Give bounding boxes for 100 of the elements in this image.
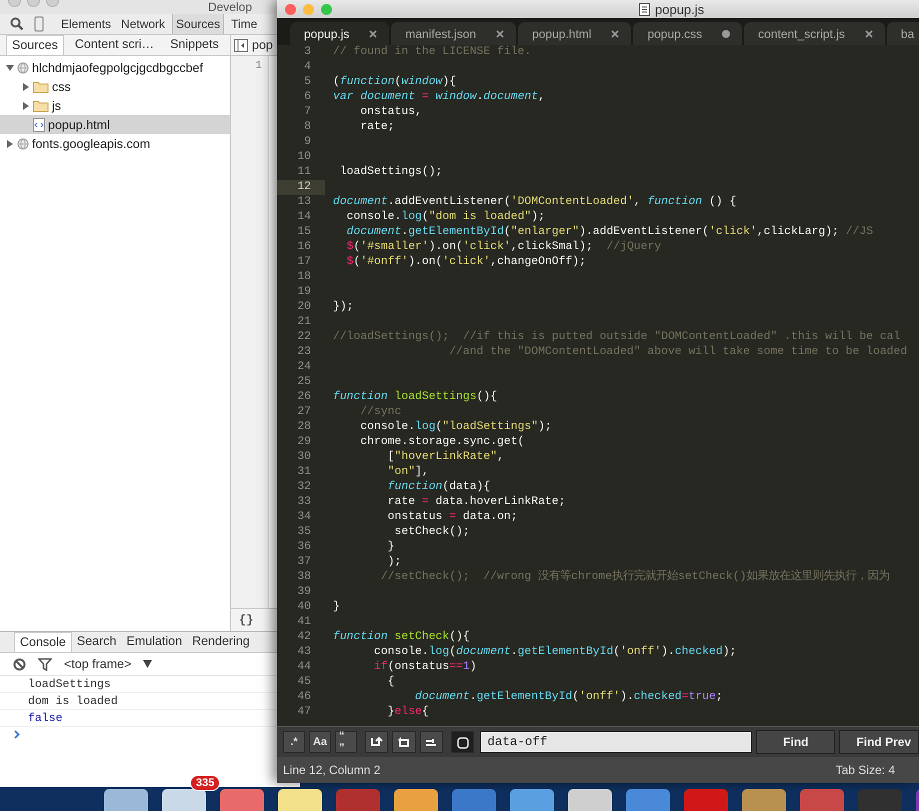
code-line: var document = window.document, — [332, 90, 545, 105]
search-icon[interactable] — [10, 17, 24, 31]
find-option-button[interactable] — [451, 731, 474, 753]
collapsed-arrow-icon[interactable] — [22, 102, 30, 110]
close-icon[interactable] — [611, 30, 620, 38]
navigator-tab[interactable]: Snippets — [165, 35, 224, 55]
code-line: rate; — [359, 120, 395, 135]
file-tab[interactable]: popup.js — [290, 22, 390, 45]
file-tab[interactable]: content_script.js — [744, 22, 885, 45]
panel-tab[interactable]: Elements — [58, 14, 114, 34]
line-number: 20 — [296, 300, 312, 315]
drawer-tab[interactable]: Console — [14, 632, 72, 652]
tree-item[interactable]: fonts.googleapis.com — [0, 134, 230, 153]
window-button[interactable] — [303, 4, 314, 14]
line-number: 39 — [296, 585, 312, 600]
find-option-button[interactable]: .* — [283, 731, 305, 753]
notification-badge: 335 — [190, 775, 220, 791]
globe-icon — [17, 138, 29, 150]
close-icon[interactable] — [864, 30, 873, 38]
dock-app-icon[interactable] — [162, 789, 206, 811]
line-number: 19 — [296, 285, 312, 300]
window-title: Develop — [208, 0, 252, 14]
panel-tab[interactable]: Time — [228, 14, 260, 34]
context-selector[interactable]: <top frame> — [64, 657, 132, 671]
code-line: console.log("dom is loaded"); — [346, 210, 545, 225]
cursor-position: Line 12, Column 2 — [283, 763, 380, 777]
line-number: 23 — [296, 345, 312, 360]
tab-size[interactable]: Tab Size: 4 — [836, 763, 895, 777]
navigator-tab[interactable]: Sources — [6, 35, 64, 55]
html-file-icon — [33, 118, 45, 132]
file-tab[interactable]: manifest.json — [391, 22, 516, 45]
drawer-tab[interactable]: Emulation — [121, 632, 188, 652]
code-line: document.getElementById("enlarger").addEventListener('click',clickLarg); //JS — [346, 225, 874, 240]
window-button[interactable] — [321, 4, 332, 14]
line-number: 32 — [296, 480, 312, 495]
drawer-tab[interactable]: Rendering — [187, 632, 255, 652]
code-line: } — [332, 600, 340, 615]
line-number: 38 — [296, 570, 312, 585]
line-number: 14 — [296, 210, 312, 225]
code-line: function(data){ — [386, 480, 490, 495]
find-option-button[interactable] — [365, 731, 388, 753]
code-line: ); — [386, 555, 402, 570]
find-button[interactable]: Find — [756, 730, 836, 754]
highlight-icon — [425, 738, 438, 746]
navigator-tab[interactable]: Content scri… — [70, 35, 160, 55]
window-title: popup.js — [655, 2, 704, 16]
code-line: $('#smaller').on('click',clickSmal); //jQuery — [346, 240, 662, 255]
clear-icon[interactable] — [13, 658, 26, 670]
file-tab[interactable]: popup.css — [633, 22, 742, 45]
find-option-button[interactable] — [420, 731, 444, 753]
find-button[interactable]: Find Prev — [839, 730, 919, 754]
find-option-button[interactable]: Aa — [309, 731, 331, 753]
find-field[interactable]: data-off — [480, 731, 752, 753]
code-line: document.getElementById('onff').checked=true; — [414, 690, 723, 705]
code-line: } — [386, 540, 395, 555]
sidebar-toggle-icon[interactable] — [234, 38, 248, 52]
find-option-button[interactable] — [392, 731, 416, 753]
tree-item-label: fonts.googleapis.com — [32, 136, 150, 150]
file-tab[interactable]: popup.html — [518, 22, 632, 45]
line-number: 5 — [303, 75, 312, 90]
code-line: { — [386, 675, 395, 690]
code-line: setCheck(); — [394, 525, 470, 540]
file-tab[interactable]: ba — [886, 22, 919, 45]
panel-tab[interactable]: Network — [118, 14, 168, 34]
line-number: 9 — [303, 135, 312, 150]
line-number: 3 — [303, 45, 312, 60]
code-line: }); — [332, 300, 354, 315]
line-number: 34 — [296, 510, 312, 525]
code-line: console.log(document.getElementById('onff').checked); — [373, 645, 736, 660]
code-line: chrome.storage.sync.get( — [359, 435, 524, 450]
code-line: function setCheck(){ — [332, 630, 470, 645]
find-option-button[interactable]: “ ” — [335, 731, 357, 753]
line-number: 30 — [296, 450, 312, 465]
filter-icon[interactable] — [38, 658, 52, 670]
collapsed-arrow-icon[interactable] — [22, 82, 30, 90]
panel-tab[interactable]: Sources — [172, 14, 224, 34]
code-line: }else{ — [386, 705, 429, 720]
window-button[interactable] — [285, 4, 296, 14]
tree-item[interactable]: css — [0, 77, 230, 96]
folder-icon — [33, 99, 49, 112]
phone-icon[interactable] — [34, 16, 44, 32]
tree-item[interactable]: hlchdmjaofegpolgcjgcdbgccbef — [0, 58, 230, 77]
dropdown-caret-icon[interactable] — [143, 660, 152, 668]
code-line: //loadSettings(); //if this is putted outside "DOMContentLoaded" .this will be cal — [332, 330, 900, 345]
line-number: 28 — [296, 420, 312, 435]
close-icon[interactable] — [496, 30, 504, 38]
line-number: 12 — [277, 180, 325, 195]
line-number: 41 — [296, 615, 312, 630]
line-number: 7 — [303, 105, 312, 120]
line-number: 15 — [296, 225, 312, 240]
expanded-arrow-icon[interactable] — [6, 64, 14, 72]
close-icon[interactable] — [369, 30, 378, 38]
drawer-tab[interactable]: Search — [72, 632, 122, 652]
collapsed-arrow-icon[interactable] — [6, 140, 14, 148]
tree-item[interactable]: popup.html — [0, 115, 230, 134]
line-number: 22 — [296, 330, 312, 345]
prompt-chevron-icon — [14, 730, 20, 739]
tree-item[interactable]: js — [0, 96, 230, 115]
line-number: 43 — [296, 645, 312, 660]
line-number: 40 — [296, 600, 312, 615]
